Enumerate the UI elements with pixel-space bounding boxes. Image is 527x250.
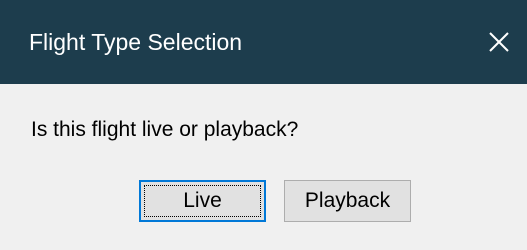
title-bar[interactable]: Flight Type Selection (0, 0, 527, 84)
close-button[interactable] (471, 0, 527, 84)
live-button-label: Live (183, 189, 222, 212)
dialog-body: Is this flight live or playback? Live Pl… (0, 84, 527, 250)
close-icon (488, 31, 510, 53)
playback-button-label: Playback (304, 189, 391, 212)
window-title: Flight Type Selection (29, 29, 243, 55)
live-button[interactable]: Live (139, 180, 266, 222)
prompt-text: Is this flight live or playback? (31, 118, 299, 141)
flight-type-dialog: Flight Type Selection Is this flight liv… (0, 0, 527, 250)
playback-button[interactable]: Playback (284, 180, 411, 222)
